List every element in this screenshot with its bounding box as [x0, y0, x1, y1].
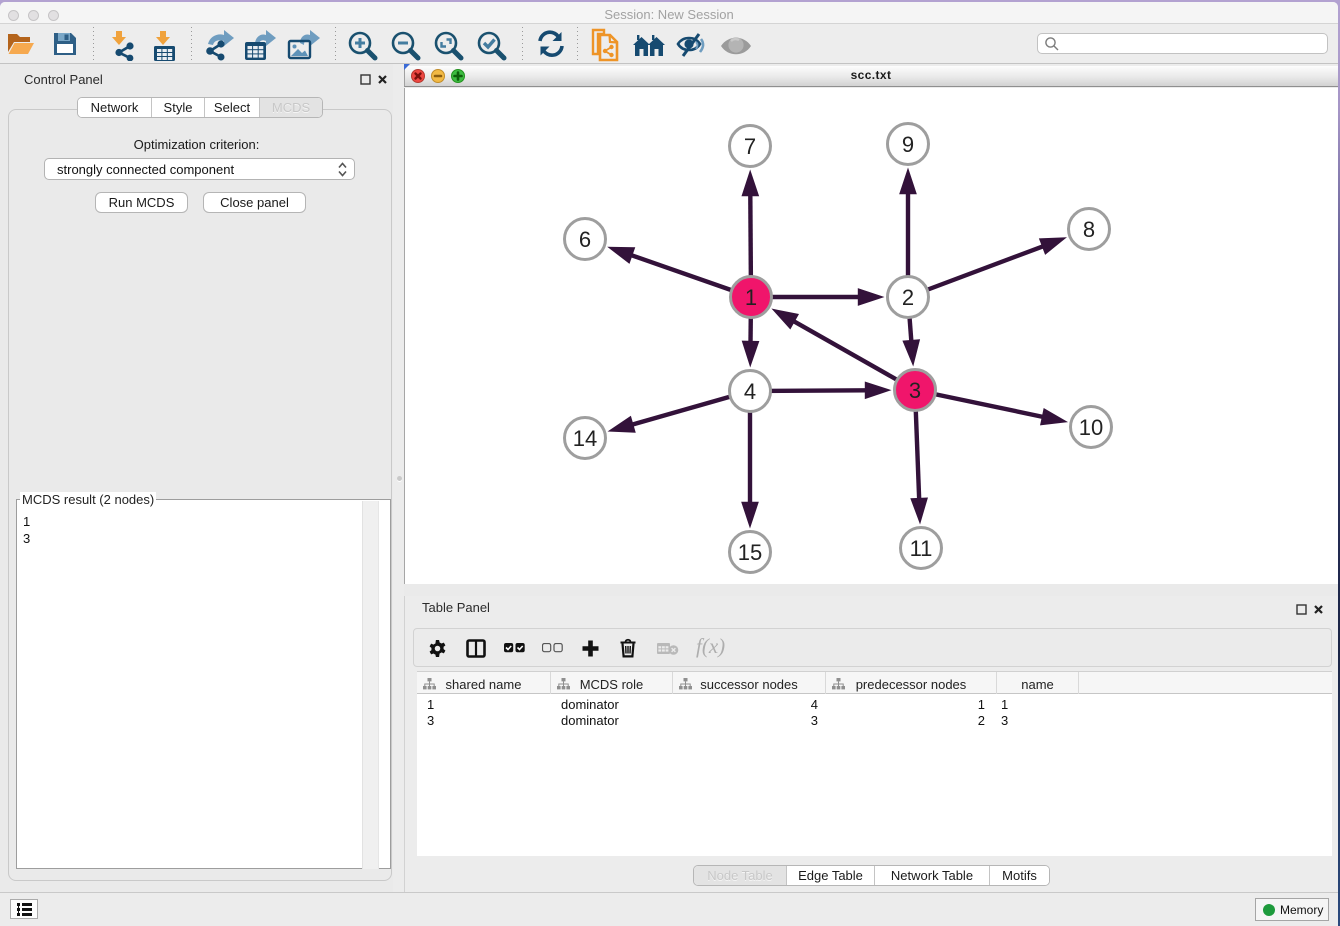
svg-text:14: 14 — [573, 426, 597, 451]
svg-text:7: 7 — [744, 134, 756, 159]
svg-text:1: 1 — [745, 285, 757, 310]
svg-text:11: 11 — [910, 536, 933, 561]
svg-text:4: 4 — [744, 379, 756, 404]
svg-text:15: 15 — [738, 540, 762, 565]
svg-text:2: 2 — [902, 285, 914, 310]
svg-text:8: 8 — [1083, 217, 1095, 242]
svg-text:6: 6 — [579, 227, 591, 252]
svg-text:3: 3 — [909, 378, 921, 403]
svg-text:9: 9 — [902, 132, 914, 157]
svg-text:10: 10 — [1079, 415, 1103, 440]
